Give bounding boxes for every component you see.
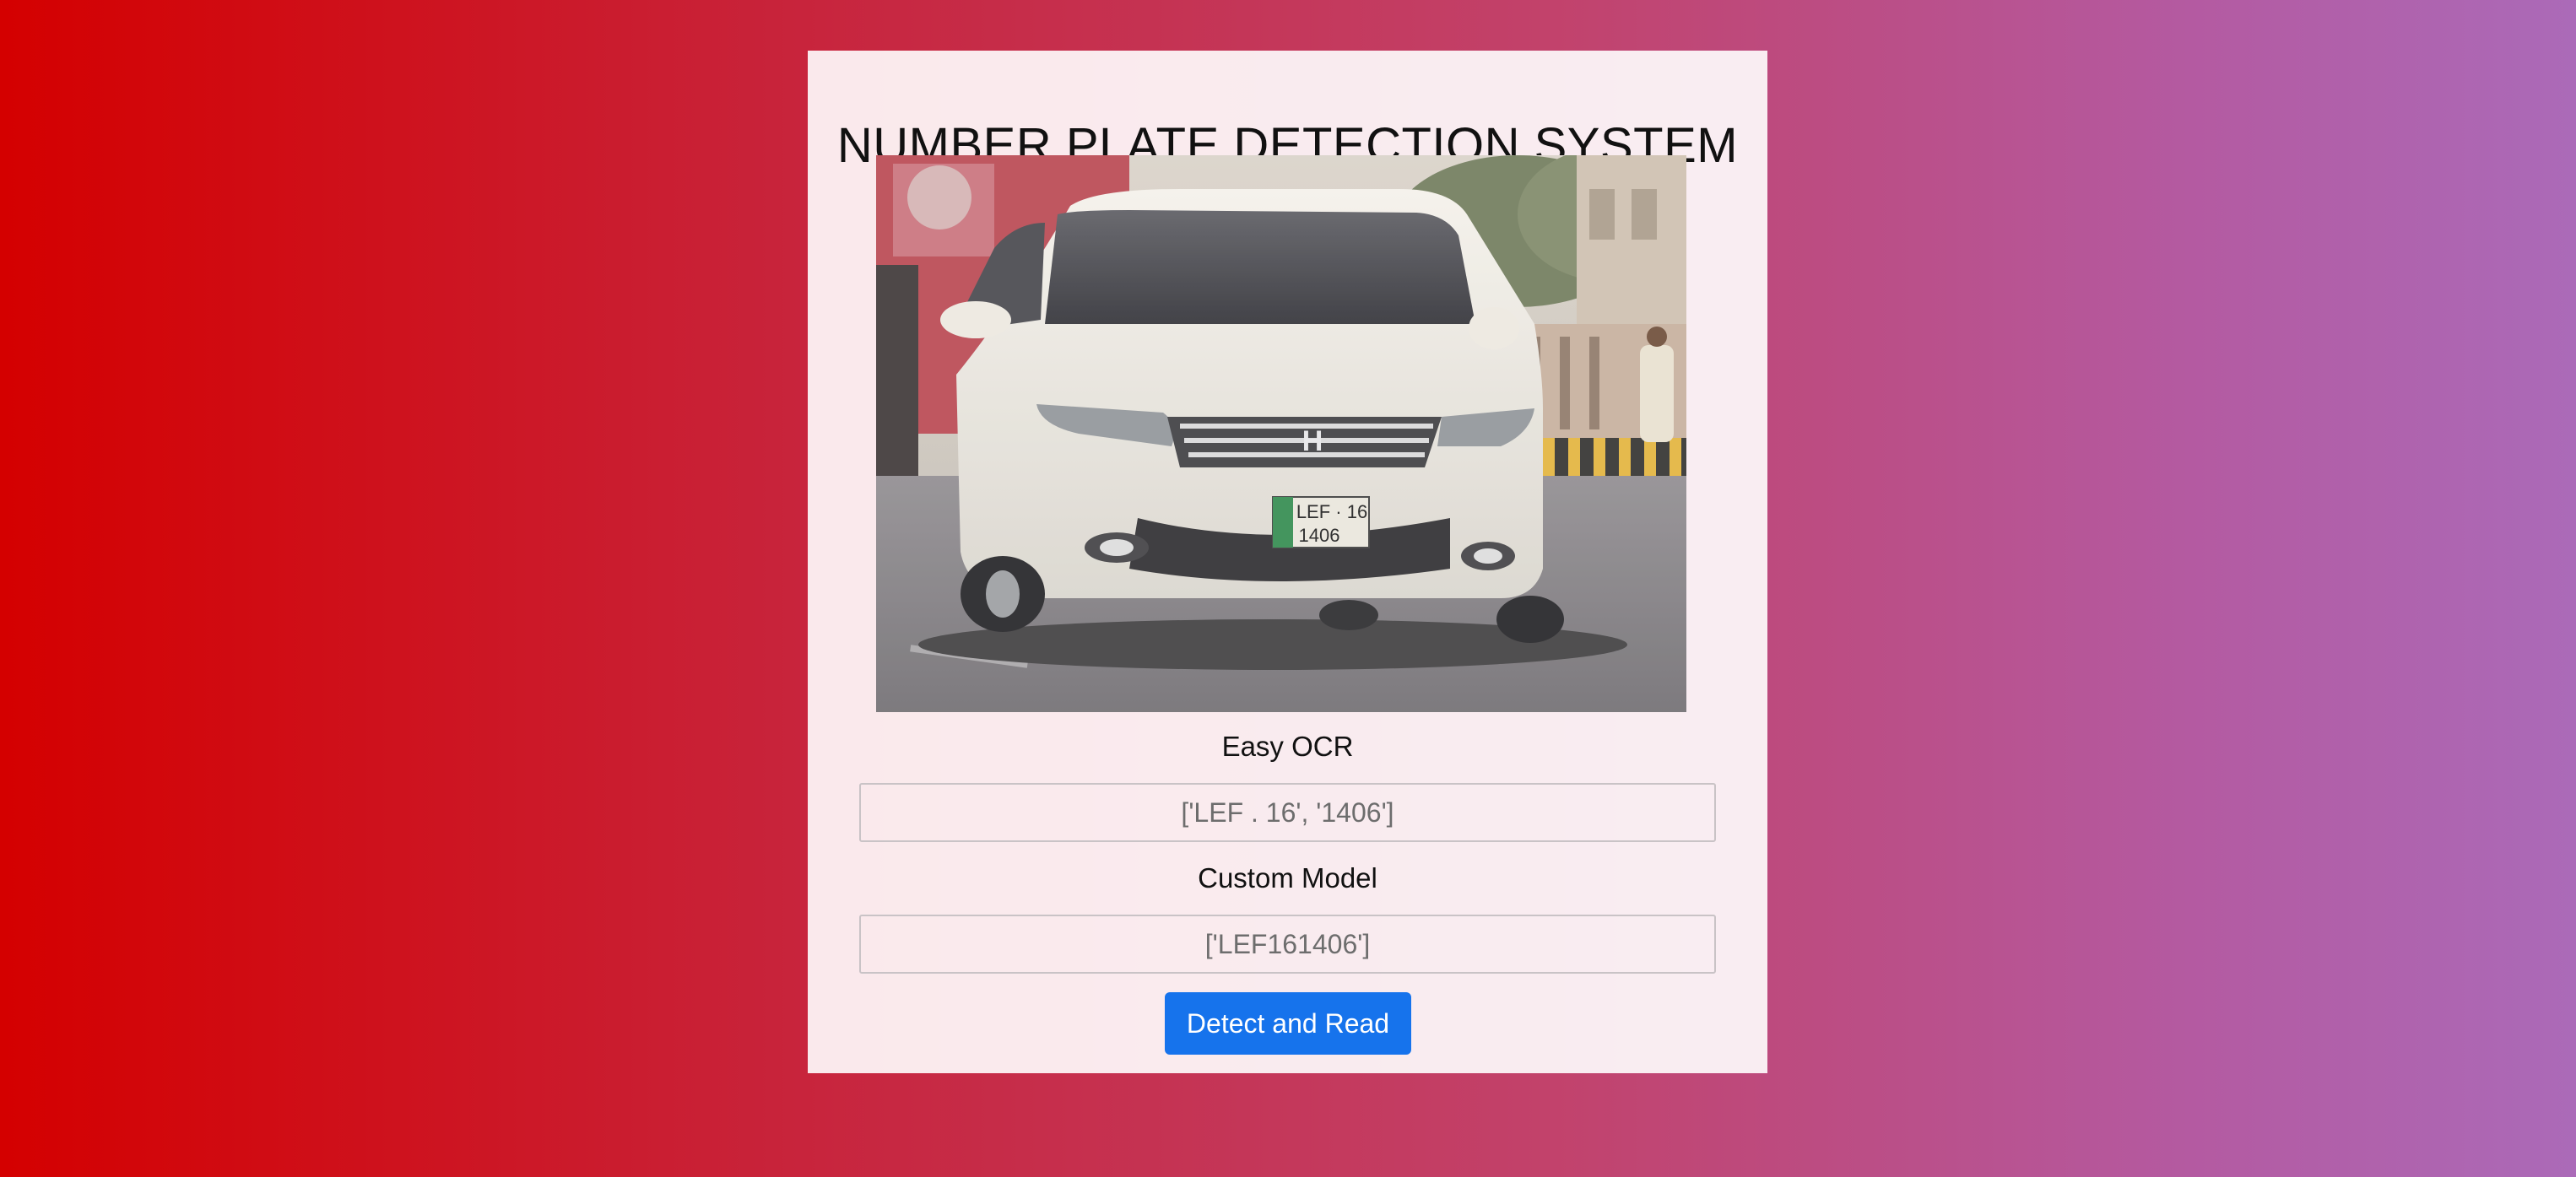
custom-model-result-field[interactable]	[859, 915, 1716, 974]
easy-ocr-result-field[interactable]	[859, 783, 1716, 842]
detect-and-read-button[interactable]: Detect and Read	[1165, 992, 1411, 1055]
main-card: NUMBER PLATE DETECTION SYSTEM H LEF · 16…	[808, 51, 1767, 1073]
custom-model-label: Custom Model	[1198, 862, 1377, 894]
car-image: H LEF · 16 1406	[876, 155, 1686, 712]
easy-ocr-label: Easy OCR	[1221, 731, 1354, 762]
